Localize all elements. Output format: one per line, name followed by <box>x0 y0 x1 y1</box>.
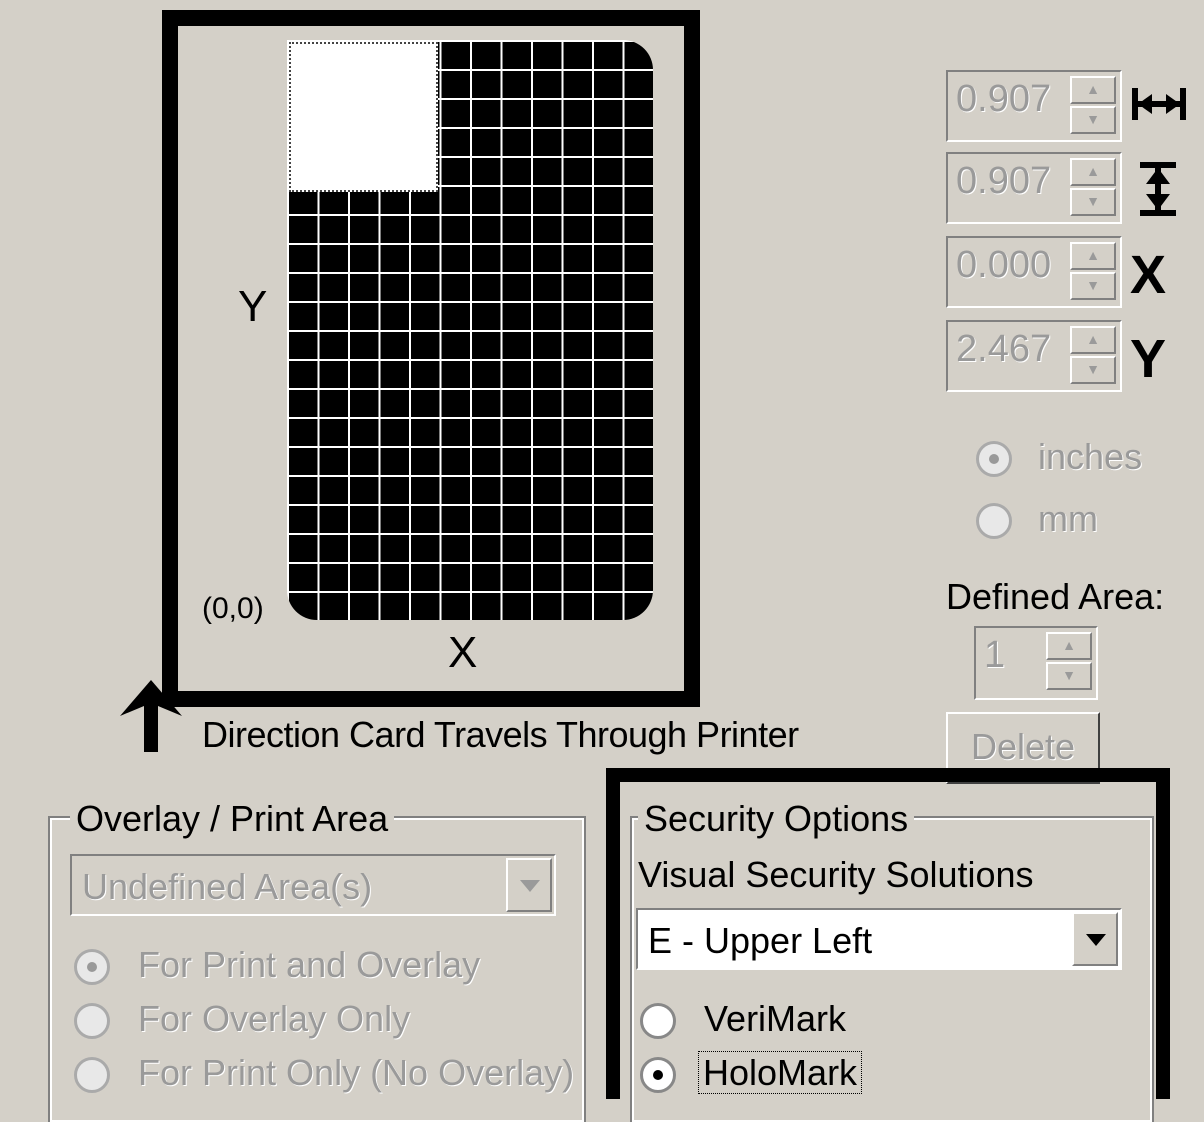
defined-area-value[interactable]: 1 <box>984 634 1005 677</box>
overlay-option-label: For Overlay Only <box>138 998 411 1039</box>
spin-up-button[interactable]: ▲ <box>1070 326 1116 354</box>
spin-up-button[interactable]: ▲ <box>1070 76 1116 104</box>
height-icon <box>1140 162 1176 216</box>
spin-up-button[interactable]: ▲ <box>1046 632 1092 660</box>
overlay-option-label: For Print and Overlay <box>138 944 481 985</box>
y-position-spinner[interactable]: 2.467 ▲ ▼ <box>946 320 1122 392</box>
up-arrow-icon <box>120 680 182 752</box>
dropdown-arrow-icon[interactable] <box>1072 912 1118 966</box>
spin-up-button[interactable]: ▲ <box>1070 242 1116 270</box>
overlay-area-value: Undefined Area(s) <box>82 866 373 907</box>
overlay-area-select[interactable]: Undefined Area(s) <box>70 854 556 916</box>
spin-up-button[interactable]: ▲ <box>1070 158 1116 186</box>
width-icon <box>1132 88 1186 120</box>
x-position-value[interactable]: 0.000 <box>956 244 1051 287</box>
security-option-holomark[interactable]: HoloMark <box>640 1051 863 1094</box>
units-inches-radio[interactable]: inches <box>976 436 1142 478</box>
width-value[interactable]: 0.907 <box>956 78 1051 121</box>
origin-label: (0,0) <box>202 592 264 625</box>
visual-security-label: Visual Security Solutions <box>638 854 1034 895</box>
radio-indicator[interactable] <box>74 1003 110 1040</box>
y-axis-label: Y <box>238 282 268 331</box>
overlay-option-overlay-only[interactable]: For Overlay Only <box>74 998 410 1040</box>
spin-down-button[interactable]: ▼ <box>1070 106 1116 134</box>
height-value[interactable]: 0.907 <box>956 160 1051 203</box>
y-position-value[interactable]: 2.467 <box>956 328 1051 371</box>
radio-indicator[interactable] <box>74 1057 110 1094</box>
radio-indicator[interactable] <box>976 503 1012 540</box>
radio-indicator[interactable] <box>74 949 110 986</box>
height-spinner[interactable]: 0.907 ▲ ▼ <box>946 152 1122 224</box>
radio-indicator[interactable] <box>976 441 1012 478</box>
radio-indicator[interactable] <box>640 1057 676 1094</box>
overlay-group-title: Overlay / Print Area <box>70 798 395 840</box>
direction-text: Direction Card Travels Through Printer <box>202 714 799 755</box>
radio-indicator[interactable] <box>640 1003 676 1040</box>
x-position-icon: X <box>1130 245 1167 305</box>
x-axis-label: X <box>448 628 478 677</box>
spin-down-button[interactable]: ▼ <box>1070 356 1116 384</box>
units-mm-label: mm <box>1038 498 1098 539</box>
spin-down-button[interactable]: ▼ <box>1070 272 1116 300</box>
visual-security-select[interactable]: E - Upper Left <box>636 908 1122 970</box>
defined-area-label: Defined Area: <box>946 576 1165 617</box>
security-option-label: VeriMark <box>704 998 847 1039</box>
overlay-option-label: For Print Only (No Overlay) <box>138 1052 575 1093</box>
x-position-spinner[interactable]: 0.000 ▲ ▼ <box>946 236 1122 308</box>
y-position-icon: Y <box>1130 329 1167 389</box>
security-option-verimark[interactable]: VeriMark <box>640 998 846 1040</box>
defined-area-spinner[interactable]: 1 ▲ ▼ <box>974 626 1098 700</box>
security-group-title: Security Options <box>638 798 915 840</box>
security-option-label: HoloMark <box>698 1051 863 1094</box>
spin-down-button[interactable]: ▼ <box>1046 662 1092 690</box>
width-spinner[interactable]: 0.907 ▲ ▼ <box>946 70 1122 142</box>
units-inches-label: inches <box>1038 436 1143 477</box>
units-mm-radio[interactable]: mm <box>976 498 1098 540</box>
overlay-option-print-only[interactable]: For Print Only (No Overlay) <box>74 1052 574 1094</box>
spin-down-button[interactable]: ▼ <box>1070 188 1116 216</box>
dropdown-arrow-icon[interactable] <box>506 858 552 912</box>
overlay-option-print-and-overlay[interactable]: For Print and Overlay <box>74 944 480 986</box>
selected-area[interactable] <box>289 42 438 192</box>
visual-security-value: E - Upper Left <box>648 920 873 961</box>
